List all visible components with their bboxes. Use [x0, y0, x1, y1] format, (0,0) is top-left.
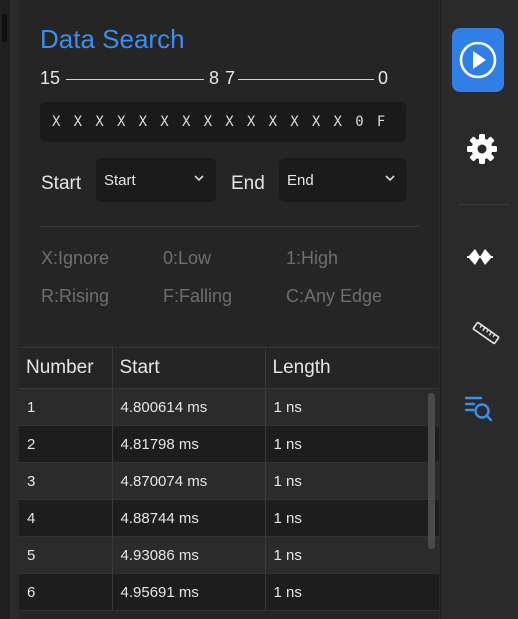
right-toolbar — [440, 0, 518, 619]
bit-ruler: 15 8 7 0 — [40, 68, 395, 90]
ruler-icon[interactable] — [470, 318, 502, 348]
run-button[interactable] — [452, 28, 504, 92]
table-row[interactable]: 2 4.81798 ms 1 ns — [19, 425, 439, 463]
legend-x-ignore: X:Ignore — [41, 248, 110, 268]
column-header-number[interactable]: Number — [19, 347, 112, 389]
start-select-value: Start — [104, 172, 136, 189]
pattern-input[interactable]: X X X X X X X X X X X X X X 0 F — [40, 102, 406, 142]
start-label: Start — [41, 173, 82, 194]
row-length: 1 ns — [264, 425, 439, 463]
gear-icon[interactable] — [465, 132, 499, 166]
column-header-start[interactable]: Start — [111, 347, 265, 389]
row-start: 4.81798 ms — [111, 425, 265, 463]
bit-ruler-line-high — [66, 79, 204, 80]
start-select[interactable]: Start — [96, 158, 216, 202]
row-start: 4.870074 ms — [111, 462, 265, 500]
chevron-down-icon — [194, 175, 204, 182]
legend-c-any-edge: C:Any Edge — [286, 286, 383, 306]
row-number: 5 — [19, 536, 112, 574]
table-header-row: Number Start Length — [19, 347, 439, 389]
row-start: 4.800614 ms — [111, 388, 265, 426]
end-label: End — [231, 173, 265, 194]
toolbar-divider — [458, 204, 510, 205]
row-length: 1 ns — [264, 499, 439, 537]
table-row[interactable]: 5 4.93086 ms 1 ns — [19, 536, 439, 574]
bit-label-15: 15 — [40, 68, 61, 88]
waveform-icon[interactable] — [466, 246, 494, 268]
table-row[interactable]: 3 4.870074 ms 1 ns — [19, 462, 439, 500]
legend-0-low: 0:Low — [163, 248, 212, 268]
legend-f-falling: F:Falling — [163, 286, 233, 306]
row-number: 1 — [19, 388, 112, 426]
panel-title: Data Search — [40, 24, 185, 54]
table-scrollbar[interactable] — [428, 393, 435, 549]
table-row[interactable]: 4 4.88744 ms 1 ns — [19, 499, 439, 537]
bit-label-0: 0 — [378, 68, 389, 88]
row-number: 6 — [19, 573, 112, 611]
row-number: 4 — [19, 499, 112, 537]
bit-label-8: 8 — [209, 68, 220, 88]
bit-ruler-line-low — [238, 79, 374, 80]
legend-r-rising: R:Rising — [41, 286, 110, 306]
legend-1-high: 1:High — [286, 248, 339, 268]
left-edge-bar — [2, 14, 7, 42]
chevron-down-icon — [385, 175, 395, 182]
row-number: 2 — [19, 425, 112, 463]
row-length: 1 ns — [264, 388, 439, 426]
row-length: 1 ns — [264, 462, 439, 500]
search-list-icon[interactable] — [464, 394, 494, 424]
row-length: 1 ns — [264, 573, 439, 611]
end-select-value: End — [287, 172, 314, 189]
end-select[interactable]: End — [279, 158, 407, 202]
row-length: 1 ns — [264, 536, 439, 574]
results-table: Number Start Length 1 4.800614 ms 1 ns 2… — [19, 347, 439, 611]
section-divider — [40, 226, 420, 227]
row-start: 4.93086 ms — [111, 536, 265, 574]
column-header-length[interactable]: Length — [264, 347, 439, 389]
table-row[interactable]: 6 4.95691 ms 1 ns — [19, 573, 439, 611]
left-edge-strip — [0, 0, 10, 619]
row-start: 4.95691 ms — [111, 573, 265, 611]
table-row[interactable]: 1 4.800614 ms 1 ns — [19, 388, 439, 426]
row-number: 3 — [19, 462, 112, 500]
row-start: 4.88744 ms — [111, 499, 265, 537]
bit-label-7: 7 — [225, 68, 236, 88]
play-icon — [459, 41, 497, 79]
